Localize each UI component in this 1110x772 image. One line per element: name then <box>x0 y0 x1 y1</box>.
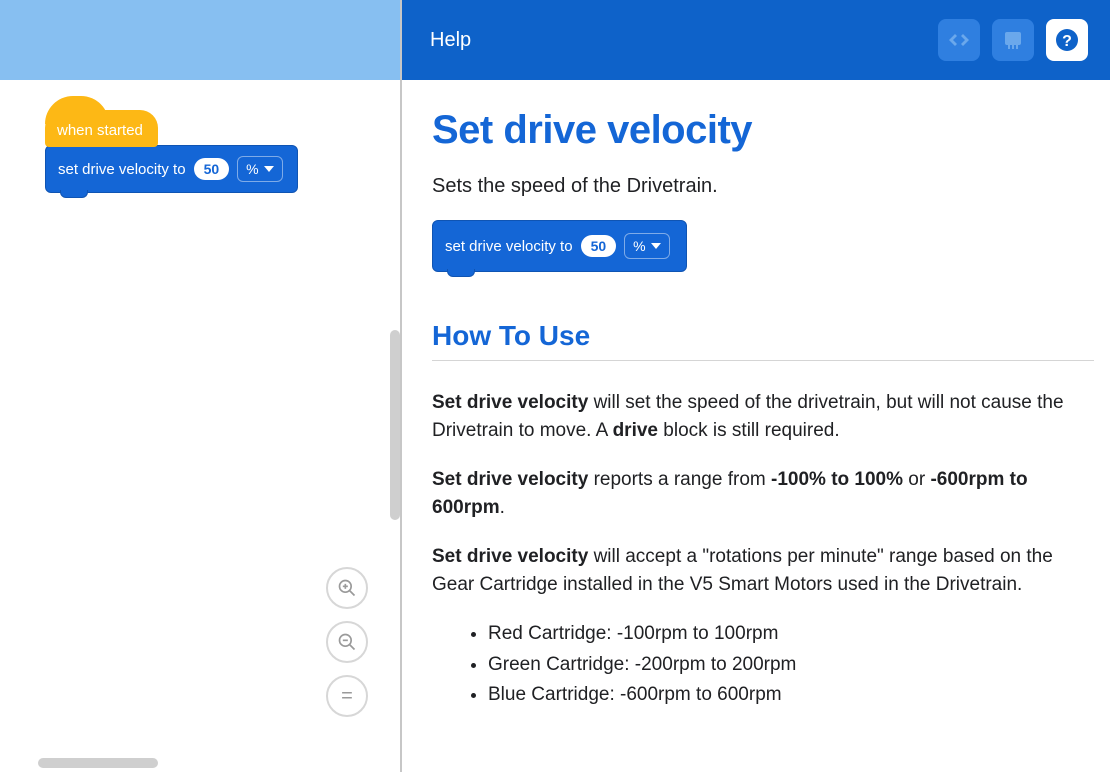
brain-connect-button[interactable] <box>992 19 1034 61</box>
zoom-reset-button[interactable]: = <box>326 675 368 717</box>
howto-paragraph-3: Set drive velocity will accept a "rotati… <box>432 543 1094 598</box>
brain-icon <box>1001 28 1025 52</box>
zoom-out-icon <box>337 632 357 652</box>
example-value: 50 <box>581 235 617 257</box>
horizontal-scrollbar[interactable] <box>38 758 158 768</box>
svg-text:?: ? <box>1062 33 1072 50</box>
how-to-use-heading: How To Use <box>432 320 1094 361</box>
set-drive-velocity-block[interactable]: set drive velocity to 50 % <box>45 145 298 193</box>
help-content[interactable]: Set drive velocity Sets the speed of the… <box>402 80 1110 772</box>
velocity-value-input[interactable]: 50 <box>194 158 230 180</box>
equals-icon: = <box>341 685 353 708</box>
zoom-in-button[interactable] <box>326 567 368 609</box>
help-header-title: Help <box>430 29 471 52</box>
when-started-block[interactable]: when started <box>45 110 158 147</box>
workspace-header-bar <box>0 0 400 80</box>
zoom-out-button[interactable] <box>326 621 368 663</box>
code-icon <box>947 28 971 52</box>
list-item: Red Cartridge: -100rpm to 100rpm <box>488 620 1094 649</box>
cartridge-list: Red Cartridge: -100rpm to 100rpm Green C… <box>488 620 1094 710</box>
example-prefix: set drive velocity to <box>445 238 573 255</box>
block-notch <box>60 190 88 198</box>
chevron-down-icon <box>651 243 661 249</box>
code-view-button[interactable] <box>938 19 980 61</box>
workspace-panel: when started set drive velocity to 50 % … <box>0 0 400 772</box>
vertical-scrollbar[interactable] <box>390 330 400 520</box>
zoom-in-icon <box>337 578 357 598</box>
set-velocity-prefix: set drive velocity to <box>58 161 186 178</box>
example-block-container: set drive velocity to 50 % <box>432 220 1094 272</box>
velocity-unit-label: % <box>246 161 258 177</box>
help-intro: Sets the speed of the Drivetrain. <box>432 175 1094 198</box>
howto-paragraph-1: Set drive velocity will set the speed of… <box>432 389 1094 444</box>
zoom-controls: = <box>326 567 368 717</box>
help-header: Help ? <box>402 0 1110 80</box>
block-workspace[interactable]: when started set drive velocity to 50 % <box>0 80 400 213</box>
header-icon-group: ? <box>938 19 1088 61</box>
example-set-velocity-block: set drive velocity to 50 % <box>432 220 687 272</box>
help-button[interactable]: ? <box>1046 19 1088 61</box>
list-item: Blue Cartridge: -600rpm to 600rpm <box>488 681 1094 710</box>
help-icon: ? <box>1055 28 1079 52</box>
howto-paragraph-2: Set drive velocity reports a range from … <box>432 466 1094 521</box>
chevron-down-icon <box>264 166 274 172</box>
example-unit-label: % <box>633 238 645 254</box>
list-item: Green Cartridge: -200rpm to 200rpm <box>488 651 1094 680</box>
when-started-label: when started <box>57 120 143 139</box>
help-panel: Help ? Set drive velocity Sets the speed… <box>400 0 1110 772</box>
block-notch <box>447 269 475 277</box>
velocity-unit-dropdown[interactable]: % <box>237 156 282 182</box>
help-title: Set drive velocity <box>432 108 1094 153</box>
example-unit-dropdown: % <box>624 233 669 259</box>
